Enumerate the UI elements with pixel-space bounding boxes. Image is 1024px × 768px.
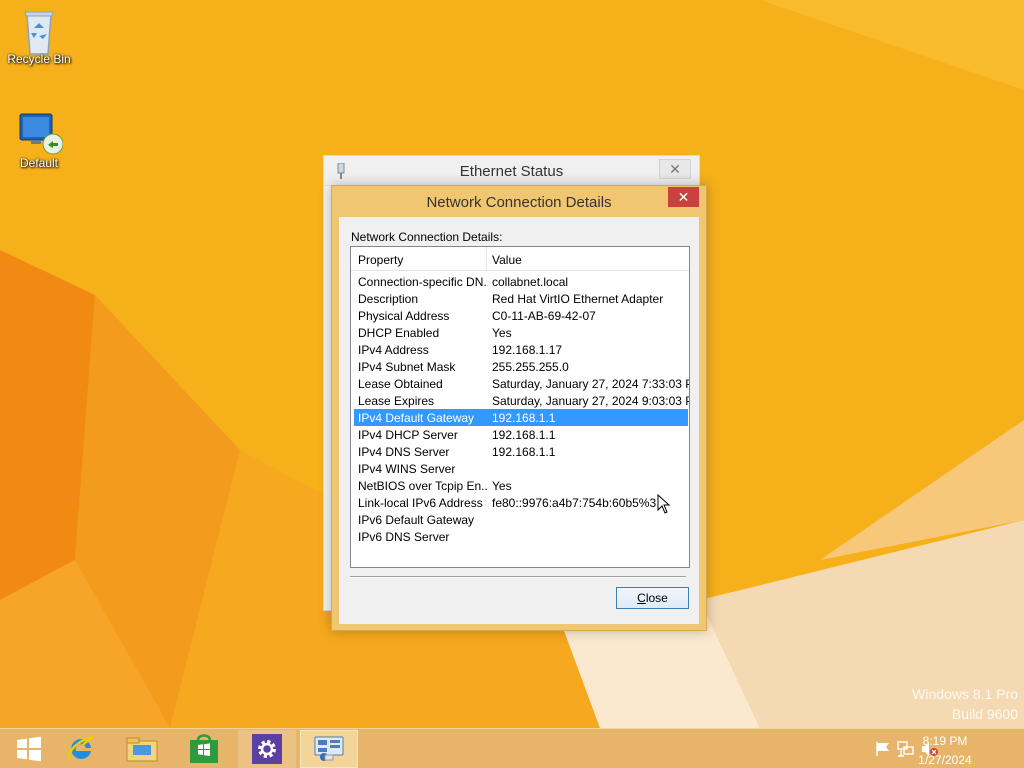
row-property: Lease Obtained <box>358 377 443 391</box>
row-property: Physical Address <box>358 309 450 323</box>
row-property: Lease Expires <box>358 394 435 408</box>
column-divider[interactable] <box>486 247 487 271</box>
list-row[interactable]: Link-local IPv6 Address fe80::9976:a4b7:7… <box>354 494 688 511</box>
row-property: IPv6 DNS Server <box>358 530 450 544</box>
ethernet-status-titlebar[interactable]: Ethernet Status ✕ <box>324 156 699 186</box>
list-row[interactable]: IPv4 WINS Server <box>354 460 688 477</box>
list-row[interactable]: IPv4 Address 192.168.1.17 <box>354 341 688 358</box>
list-row[interactable]: IPv6 Default Gateway <box>354 511 688 528</box>
row-value: Saturday, January 27, 2024 9:03:03 PM <box>492 394 690 408</box>
windows-watermark: Windows 8.1 Pro Build 9600 <box>912 686 1018 722</box>
list-row[interactable]: Physical Address C0-11-AB-69-42-07 <box>354 307 688 324</box>
row-value: Yes <box>492 326 512 340</box>
start-button[interactable] <box>0 730 58 768</box>
close-button[interactable]: ✕ <box>659 159 691 179</box>
control-panel-gear-icon <box>258 740 276 758</box>
clock-time: 8:19 PM <box>922 734 968 748</box>
list-row[interactable]: IPv4 Subnet Mask 255.255.255.0 <box>354 358 688 375</box>
row-property: IPv6 Default Gateway <box>358 513 475 527</box>
list-rows: Connection-specific DN... collabnet.local… <box>351 271 689 545</box>
row-value: 192.168.1.1 <box>492 428 556 442</box>
row-value: C0-11-AB-69-42-07 <box>492 309 596 323</box>
list-row[interactable]: Lease Obtained Saturday, January 27, 2024… <box>354 375 690 392</box>
row-property: IPv4 DHCP Server <box>358 428 458 442</box>
desktop-icon-label: Recycle Bin <box>7 52 71 66</box>
row-value: collabnet.local <box>492 275 569 289</box>
network-connections-icon <box>314 736 344 761</box>
list-row[interactable]: Connection-specific DN... collabnet.local <box>354 273 688 290</box>
internet-explorer-icon <box>67 735 94 760</box>
system-clock[interactable]: 8:19 PM 1/27/2024 <box>910 733 980 768</box>
watermark-edition: Windows 8.1 Pro <box>912 686 1018 702</box>
clock-date: 1/27/2024 <box>918 753 972 767</box>
row-value: 255.255.255.0 <box>492 360 569 374</box>
list-header: Property Value <box>351 247 689 271</box>
row-property: NetBIOS over Tcpip En... <box>358 479 488 493</box>
taskbar-store[interactable] <box>175 730 233 768</box>
row-property: DHCP Enabled <box>358 326 440 340</box>
close-access-key: C <box>637 591 646 605</box>
windows-start-icon <box>17 736 41 762</box>
row-property: IPv4 WINS Server <box>358 462 456 476</box>
taskbar-network-connections[interactable] <box>300 730 358 768</box>
close-button[interactable]: ✕ <box>668 187 699 207</box>
row-value: Red Hat VirtIO Ethernet Adapter <box>492 292 664 306</box>
store-icon <box>190 734 218 763</box>
row-value: Yes <box>492 479 512 493</box>
desktop-icon-label: Default <box>19 156 59 170</box>
desktop-icon-recycle-bin[interactable]: Recycle Bin <box>1 6 77 66</box>
list-row[interactable]: DHCP Enabled Yes <box>354 324 688 341</box>
list-row[interactable]: Description Red Hat VirtIO Ethernet Adapt… <box>354 290 688 307</box>
window-title: Ethernet Status <box>459 163 564 180</box>
file-explorer-icon <box>126 737 158 762</box>
taskbar: 8:19 PM 1/27/2024 <box>0 728 1024 768</box>
row-property: Description <box>358 292 419 306</box>
separator-line <box>350 576 686 578</box>
dialog-titlebar[interactable]: Network Connection Details ✕ <box>332 186 706 216</box>
remote-desktop-icon <box>17 110 64 155</box>
row-property: IPv4 Subnet Mask <box>358 360 456 374</box>
row-value: 192.168.1.1 <box>492 411 556 425</box>
watermark-build: Build 9600 <box>951 706 1018 722</box>
list-row[interactable]: IPv4 DHCP Server 192.168.1.1 <box>354 426 688 443</box>
details-label: Network Connection Details: <box>351 230 503 244</box>
mouse-cursor-icon <box>657 494 671 514</box>
column-header-value[interactable]: Value <box>492 253 522 267</box>
list-row[interactable]: NetBIOS over Tcpip En... Yes <box>354 477 688 494</box>
row-value: 192.168.1.17 <box>492 343 563 357</box>
desktop-icon-default-rdp[interactable]: Default <box>1 110 77 170</box>
list-row[interactable]: IPv4 Default Gateway 192.168.1.1 <box>354 409 688 426</box>
action-center-flag-icon[interactable] <box>874 741 892 757</box>
row-value: 192.168.1.1 <box>492 445 556 459</box>
taskbar-internet-explorer[interactable] <box>52 730 110 768</box>
dialog-title: Network Connection Details <box>426 194 612 211</box>
close-button-label: lose <box>645 591 668 605</box>
details-list-view[interactable]: Property Value Connection-specific DN...… <box>350 246 690 568</box>
row-property: Connection-specific DN... <box>358 275 488 289</box>
taskbar-file-explorer[interactable] <box>113 730 171 768</box>
dialog-client-area: Network Connection Details: Property Val… <box>339 217 699 624</box>
recycle-bin-icon <box>17 6 61 55</box>
row-property: IPv4 Default Gateway <box>358 411 475 425</box>
row-property: Link-local IPv6 Address <box>358 496 483 510</box>
list-row[interactable]: Lease Expires Saturday, January 27, 2024 … <box>354 392 690 409</box>
row-property: IPv4 Address <box>358 343 429 357</box>
row-value: fe80::9976:a4b7:754b:60b5%3 <box>492 496 657 510</box>
list-row[interactable]: IPv4 DNS Server 192.168.1.1 <box>354 443 688 460</box>
taskbar-control-panel[interactable] <box>238 730 296 768</box>
row-property: IPv4 DNS Server <box>358 445 450 459</box>
network-connection-details-dialog[interactable]: Network Connection Details ✕ Network Con… <box>331 185 707 631</box>
close-dialog-button[interactable]: Close <box>616 587 689 609</box>
column-header-property[interactable]: Property <box>358 253 403 267</box>
row-value: Saturday, January 27, 2024 7:33:03 PM <box>492 377 690 391</box>
list-row[interactable]: IPv6 DNS Server <box>354 528 688 545</box>
